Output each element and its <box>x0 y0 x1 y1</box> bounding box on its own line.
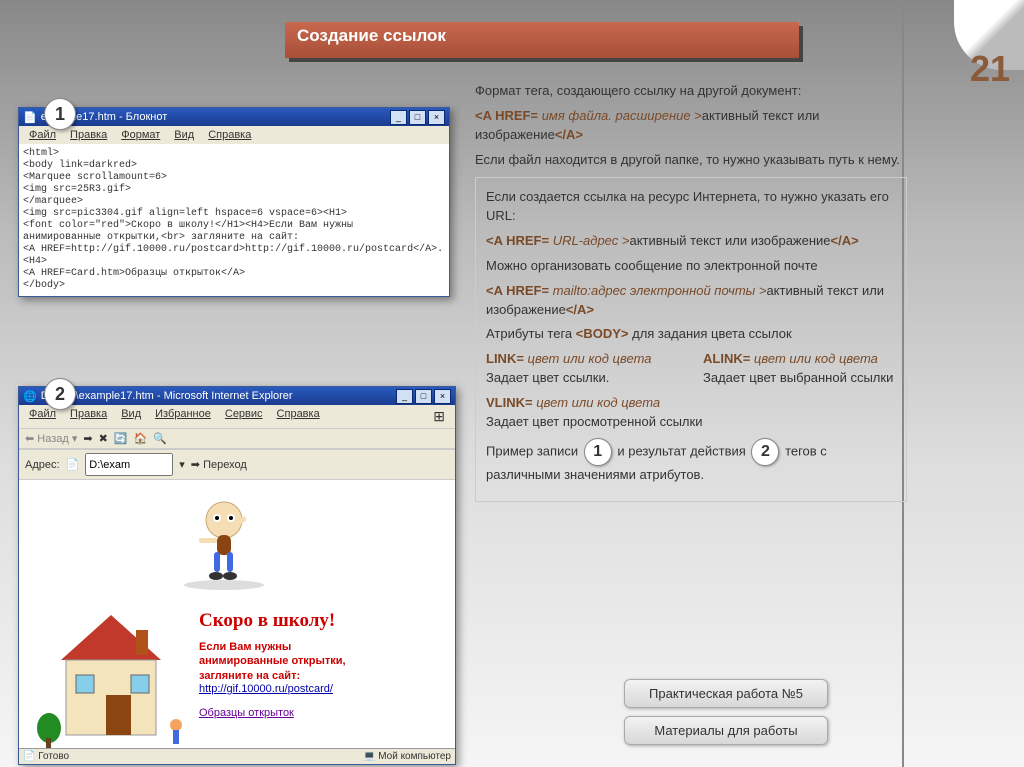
ie-menu: Файл Правка Вид Избранное Сервис Справка… <box>19 405 455 428</box>
badge-2: 2 <box>44 378 76 410</box>
forward-button[interactable]: ➡ <box>83 432 92 445</box>
alink-attr-block: ALINK= цвет или код цвета Задает цвет вы… <box>703 350 896 388</box>
paragraph: Формат тега, создающего ссылку на другой… <box>475 82 907 101</box>
cartoon-character-image <box>169 490 279 593</box>
menu-format[interactable]: Формат <box>115 128 166 142</box>
code-line: <A HREF=http://gif.10000.ru/postcard>htt… <box>23 244 445 268</box>
menu-favorites[interactable]: Избранное <box>149 407 217 426</box>
notepad-content[interactable]: <html> <body link=darkred> <Marquee scro… <box>19 144 449 296</box>
practical-work-button[interactable]: Практическая работа №5 <box>624 679 828 708</box>
explanation-text: Формат тега, создающего ссылку на другой… <box>475 82 907 510</box>
ie-page-content: Скоро в школу! Если Вам нужны анимирован… <box>19 480 455 748</box>
dropdown-icon[interactable]: ▾ <box>179 458 185 471</box>
page-curl-decoration <box>902 0 1024 767</box>
menu-file[interactable]: Файл <box>23 128 62 142</box>
postcard-link[interactable]: http://gif.10000.ru/postcard/ <box>199 683 333 695</box>
paragraph: Можно организовать сообщение по электрон… <box>486 257 896 276</box>
boxed-section: Если создается ссылка на ресурс Интернет… <box>475 177 907 501</box>
menu-view[interactable]: Вид <box>115 407 147 426</box>
minimize-button[interactable]: _ <box>396 389 413 404</box>
page-number: 21 <box>970 48 1010 90</box>
menu-edit[interactable]: Правка <box>64 407 113 426</box>
link-attr-block: LINK= цвет или код цвета Задает цвет ссы… <box>486 350 679 388</box>
example-sentence: Пример записи 1 и результат действия 2 т… <box>486 438 896 485</box>
status-zone: 💻 Мой компьютер <box>363 751 451 762</box>
close-button[interactable]: × <box>428 110 445 125</box>
ie-titlebar[interactable]: 🌐 D:\ex...\example17.htm - Microsoft Int… <box>19 387 455 405</box>
code-line: анимированные открытки,<br> загляните на… <box>23 232 445 244</box>
page-heading: Скоро в школу! <box>199 610 346 632</box>
badge-1-inline: 1 <box>584 438 612 466</box>
ie-address-toolbar: Адрес: 📄 ▾ ➡ Переход <box>19 449 455 480</box>
code-line: <A HREF=Card.htm>Образцы открыток</A> <box>23 268 445 280</box>
search-icon[interactable]: 🔍 <box>153 432 167 445</box>
address-input[interactable] <box>85 453 173 476</box>
menu-tools[interactable]: Сервис <box>219 407 269 426</box>
badge-2-inline: 2 <box>751 438 779 466</box>
notepad-title: example17.htm - Блокнот <box>41 111 388 123</box>
vlink-attr-block: VLINK= цвет или код цвета Задает цвет пр… <box>486 394 896 432</box>
format-line-2: <A HREF= URL-адрес >активный текст или и… <box>486 232 896 251</box>
ie-window: 🌐 D:\ex...\example17.htm - Microsoft Int… <box>18 386 456 765</box>
page-subtext: Если Вам нужны <box>199 640 346 654</box>
minimize-button[interactable]: _ <box>390 110 407 125</box>
ie-nav-toolbar: ⬅ Назад ▾ ➡ ✖ 🔄 🏠 🔍 <box>19 428 455 449</box>
code-line: </marquee> <box>23 196 445 208</box>
close-button[interactable]: × <box>434 389 451 404</box>
address-label: Адрес: <box>25 459 60 471</box>
page-subtext: загляните на сайт: <box>199 669 346 683</box>
paragraph: Если файл находится в другой папке, то н… <box>475 151 907 170</box>
paragraph: Если создается ссылка на ресурс Интернет… <box>486 188 896 226</box>
format-line-1: <A HREF= имя файла. расширение >активный… <box>475 107 907 145</box>
code-line: <img src=25R3.gif> <box>23 184 445 196</box>
back-button[interactable]: ⬅ Назад ▾ <box>25 432 77 445</box>
menu-file[interactable]: Файл <box>23 407 62 426</box>
notepad-titlebar[interactable]: 📄 example17.htm - Блокнот _ □ × <box>19 108 449 126</box>
notepad-icon: 📄 <box>23 111 37 124</box>
ie-icon: 🌐 <box>23 390 37 403</box>
menu-help[interactable]: Справка <box>271 407 326 426</box>
notepad-window: 📄 example17.htm - Блокнот _ □ × Файл Пра… <box>18 107 450 297</box>
attributes-heading: Атрибуты тега <BODY> для задания цвета с… <box>486 325 896 344</box>
code-line: <html> <box>23 148 445 160</box>
code-line: <Marquee scrollamount=6> <box>23 172 445 184</box>
menu-edit[interactable]: Правка <box>64 128 113 142</box>
code-line: <img src=pic3304.gif align=left hspace=6… <box>23 208 445 220</box>
refresh-icon[interactable]: 🔄 <box>114 432 128 445</box>
menu-help[interactable]: Справка <box>202 128 257 142</box>
samples-link[interactable]: Образцы открыток <box>199 707 294 719</box>
page-subtext: анимированные открытки, <box>199 654 346 668</box>
stop-icon[interactable]: ✖ <box>99 432 108 445</box>
menu-view[interactable]: Вид <box>168 128 200 142</box>
home-icon[interactable]: 🏠 <box>134 432 148 445</box>
format-line-3: <A HREF= mailto:адрес электронной почты … <box>486 282 896 320</box>
code-line: <font color="red">Скоро в школу!</H1><H4… <box>23 220 445 232</box>
go-button[interactable]: ➡ Переход <box>191 458 247 471</box>
bottom-buttons: Практическая работа №5 Материалы для раб… <box>624 679 828 745</box>
windows-logo-icon: ⊞ <box>427 407 451 426</box>
page-icon: 📄 <box>66 458 80 471</box>
page-text-block: Скоро в школу! Если Вам нужны анимирован… <box>199 610 346 719</box>
ie-title: D:\ex...\example17.htm - Microsoft Inter… <box>41 390 394 402</box>
maximize-button[interactable]: □ <box>409 110 426 125</box>
notepad-menu: Файл Правка Формат Вид Справка <box>19 126 449 144</box>
materials-button[interactable]: Материалы для работы <box>624 716 828 745</box>
code-line: <body link=darkred> <box>23 160 445 172</box>
slide-title: Создание ссылок <box>285 22 799 58</box>
badge-1: 1 <box>44 98 76 130</box>
code-line: </body> <box>23 280 445 292</box>
house-image <box>31 600 191 753</box>
maximize-button[interactable]: □ <box>415 389 432 404</box>
